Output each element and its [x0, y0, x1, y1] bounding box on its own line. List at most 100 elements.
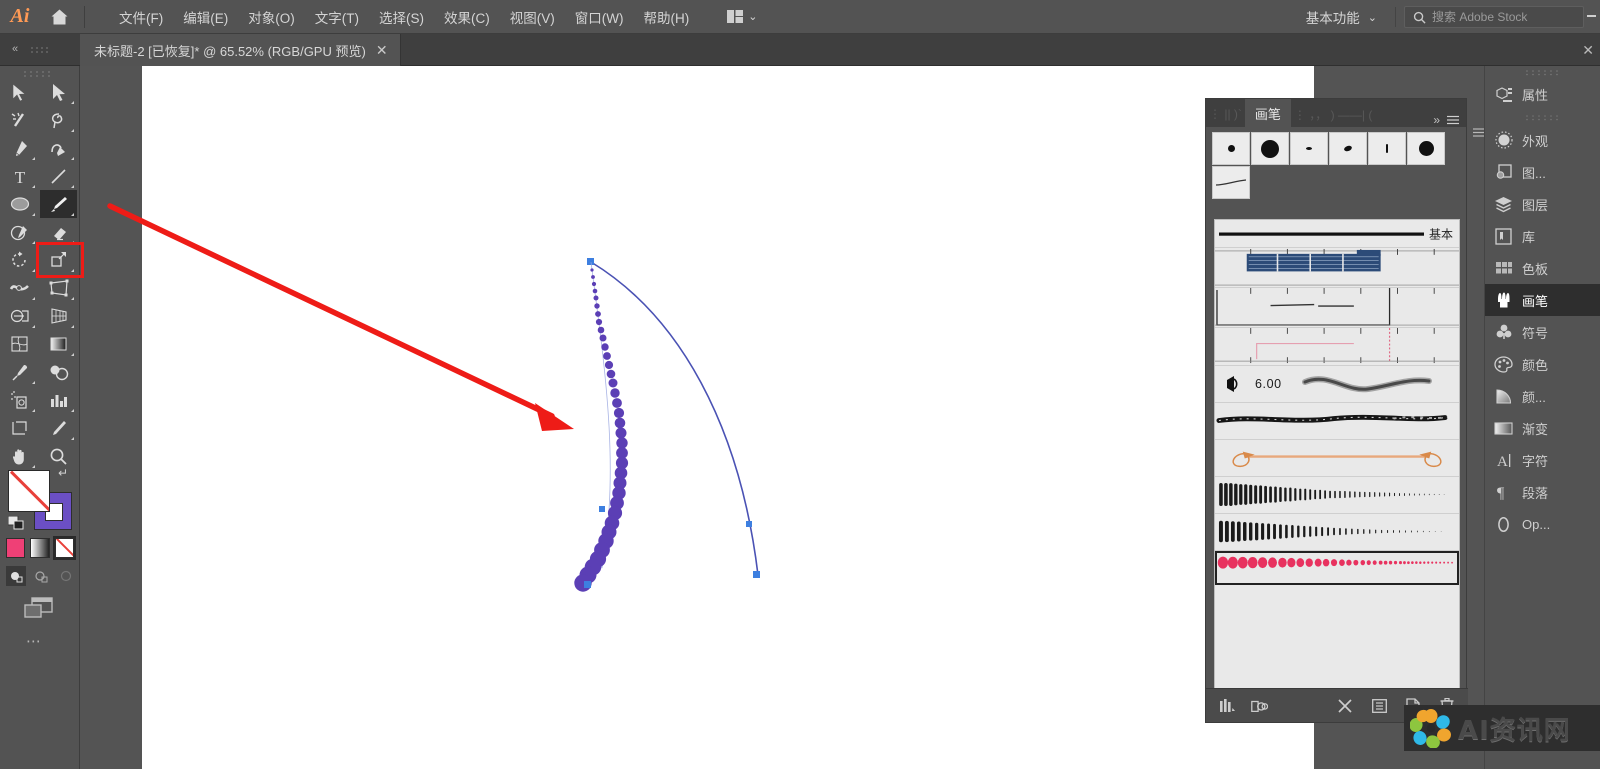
- pen-tool[interactable]: [1, 134, 38, 162]
- width-tool[interactable]: [1, 274, 38, 302]
- brush-list-item-basic[interactable]: 基本: [1215, 220, 1459, 248]
- dock-item-color[interactable]: 颜色: [1485, 348, 1600, 380]
- close-icon[interactable]: ✕: [376, 43, 388, 57]
- brush-list-item-charcoal[interactable]: 6.00: [1215, 366, 1459, 403]
- tools-panel-grip[interactable]: [22, 70, 56, 78]
- hand-tool[interactable]: [1, 442, 38, 470]
- dock-item-layers[interactable]: 图层: [1485, 188, 1600, 220]
- dock-item-brushes[interactable]: 画笔: [1485, 284, 1600, 316]
- ellipse-tool[interactable]: [1, 190, 38, 218]
- shaper-tool[interactable]: [1, 218, 38, 246]
- curvature-tool[interactable]: [40, 134, 77, 162]
- preset-brush-2[interactable]: [1251, 132, 1289, 165]
- adobe-stock-search[interactable]: [1404, 6, 1584, 28]
- menu-item-file[interactable]: 文件(F): [109, 3, 173, 31]
- brush-list-item-glitch-3[interactable]: [1215, 328, 1459, 366]
- dock-item-paragraph[interactable]: ¶ 段落: [1485, 476, 1600, 508]
- dock-item-gradient[interactable]: 渐变: [1485, 412, 1600, 444]
- eraser-tool[interactable]: [40, 218, 77, 246]
- slice-tool[interactable]: [40, 414, 77, 442]
- brush-list-item-fur-2[interactable]: [1215, 514, 1459, 551]
- window-menu-icon[interactable]: [1584, 0, 1600, 34]
- brush-list-item-glitch-2[interactable]: [1215, 288, 1459, 328]
- panel-tab-ghost-left[interactable]: ⋮ || )`: [1206, 101, 1245, 127]
- scale-tool[interactable]: [40, 246, 77, 274]
- swap-fill-stroke-icon[interactable]: ↵: [58, 466, 68, 480]
- default-fill-stroke-icon[interactable]: [8, 516, 26, 530]
- perspective-grid-tool[interactable]: [40, 302, 77, 330]
- symbol-sprayer-tool[interactable]: [1, 386, 38, 414]
- preset-brush-5[interactable]: [1368, 132, 1406, 165]
- tab-brushes[interactable]: 画笔: [1244, 99, 1291, 127]
- color-mode-button[interactable]: [6, 538, 26, 558]
- mesh-tool[interactable]: [1, 330, 38, 358]
- dock-item-graphic-styles[interactable]: 图...: [1485, 156, 1600, 188]
- selection-tool[interactable]: [1, 78, 38, 106]
- dock-item-color-guide[interactable]: 颜...: [1485, 380, 1600, 412]
- preset-brush-4[interactable]: [1329, 132, 1367, 165]
- rotate-tool[interactable]: [1, 246, 38, 274]
- menu-item-effect[interactable]: 效果(C): [434, 3, 500, 31]
- blend-tool[interactable]: [40, 358, 77, 386]
- brush-list-item-glitch-1[interactable]: [1215, 248, 1459, 288]
- paintbrush-tool[interactable]: [40, 190, 77, 218]
- type-tool[interactable]: T: [1, 162, 38, 190]
- panel-menu-icon[interactable]: [1447, 115, 1459, 125]
- dock-item-opacity[interactable]: Op...: [1485, 508, 1600, 540]
- dock-item-character[interactable]: A 字符: [1485, 444, 1600, 476]
- magic-wand-tool[interactable]: [1, 106, 38, 134]
- expand-panels-icon[interactable]: [1471, 122, 1485, 142]
- preset-brush-3[interactable]: [1290, 132, 1328, 165]
- arrange-documents-button[interactable]: ⌄: [721, 7, 763, 26]
- dock-item-appearance[interactable]: 外观: [1485, 124, 1600, 156]
- dock-grip-1[interactable]: [1485, 66, 1600, 78]
- brush-libraries-menu-icon[interactable]: [1218, 698, 1236, 714]
- menu-item-type[interactable]: 文字(T): [305, 3, 369, 31]
- menu-item-object[interactable]: 对象(O): [238, 3, 305, 31]
- draw-normal-button[interactable]: [6, 566, 26, 586]
- brush-list-item-dry-ink[interactable]: [1215, 403, 1459, 440]
- eyedropper-tool[interactable]: [1, 358, 38, 386]
- brush-options-icon[interactable]: [1370, 698, 1388, 714]
- brush-list-item-arrow-ribbon[interactable]: [1215, 440, 1459, 477]
- dock-item-properties[interactable]: 属性: [1485, 78, 1600, 110]
- dock-item-swatches[interactable]: 色板: [1485, 252, 1600, 284]
- dock-item-libraries[interactable]: 库: [1485, 220, 1600, 252]
- line-segment-tool[interactable]: [40, 162, 77, 190]
- dock-grip-2[interactable]: [1485, 110, 1600, 124]
- gradient-tool[interactable]: [40, 330, 77, 358]
- remove-brush-stroke-icon[interactable]: [1336, 698, 1354, 714]
- free-transform-tool[interactable]: [40, 274, 77, 302]
- preset-brush-6[interactable]: [1407, 132, 1445, 165]
- preset-brush-7[interactable]: [1212, 166, 1250, 199]
- gradient-mode-button[interactable]: [30, 538, 50, 558]
- column-graph-tool[interactable]: [40, 386, 77, 414]
- home-icon[interactable]: [40, 0, 78, 34]
- menu-item-edit[interactable]: 编辑(E): [173, 3, 238, 31]
- search-input[interactable]: [1432, 10, 1572, 24]
- panel-overflow-icon[interactable]: »: [1433, 113, 1440, 127]
- preset-brush-1[interactable]: [1212, 132, 1250, 165]
- none-mode-button[interactable]: [52, 536, 77, 560]
- dock-item-symbols[interactable]: 符号: [1485, 316, 1600, 348]
- menu-item-help[interactable]: 帮助(H): [633, 3, 699, 31]
- draw-inside-button[interactable]: [56, 566, 76, 586]
- document-tab[interactable]: 未标题-2 [已恢复]* @ 65.52% (RGB/GPU 预览) ✕: [80, 34, 401, 66]
- workspace-switcher[interactable]: 基本功能 ⌄: [1296, 3, 1387, 31]
- brush-list-item-fur-1[interactable]: [1215, 477, 1459, 514]
- direct-selection-tool[interactable]: [40, 78, 77, 106]
- menu-item-window[interactable]: 窗口(W): [565, 3, 634, 31]
- menu-item-view[interactable]: 视图(V): [500, 3, 565, 31]
- change-screen-mode-icon[interactable]: [24, 596, 54, 623]
- panel-tab-ghost-right[interactable]: ⋮ ，， ) ——| (: [1291, 101, 1375, 127]
- brush-list[interactable]: 基本 6.00: [1214, 219, 1460, 689]
- menu-item-select[interactable]: 选择(S): [369, 3, 434, 31]
- brush-list-item-pink-dots[interactable]: [1215, 551, 1459, 585]
- lasso-tool[interactable]: [40, 106, 77, 134]
- fill-swatch[interactable]: [8, 470, 50, 512]
- more-tools-icon[interactable]: ⋯: [26, 632, 44, 650]
- draw-behind-button[interactable]: [31, 566, 51, 586]
- artboard-tool[interactable]: [1, 414, 38, 442]
- collapse-panel-icon[interactable]: «: [4, 40, 26, 58]
- libraries-panel-icon[interactable]: [1250, 698, 1268, 714]
